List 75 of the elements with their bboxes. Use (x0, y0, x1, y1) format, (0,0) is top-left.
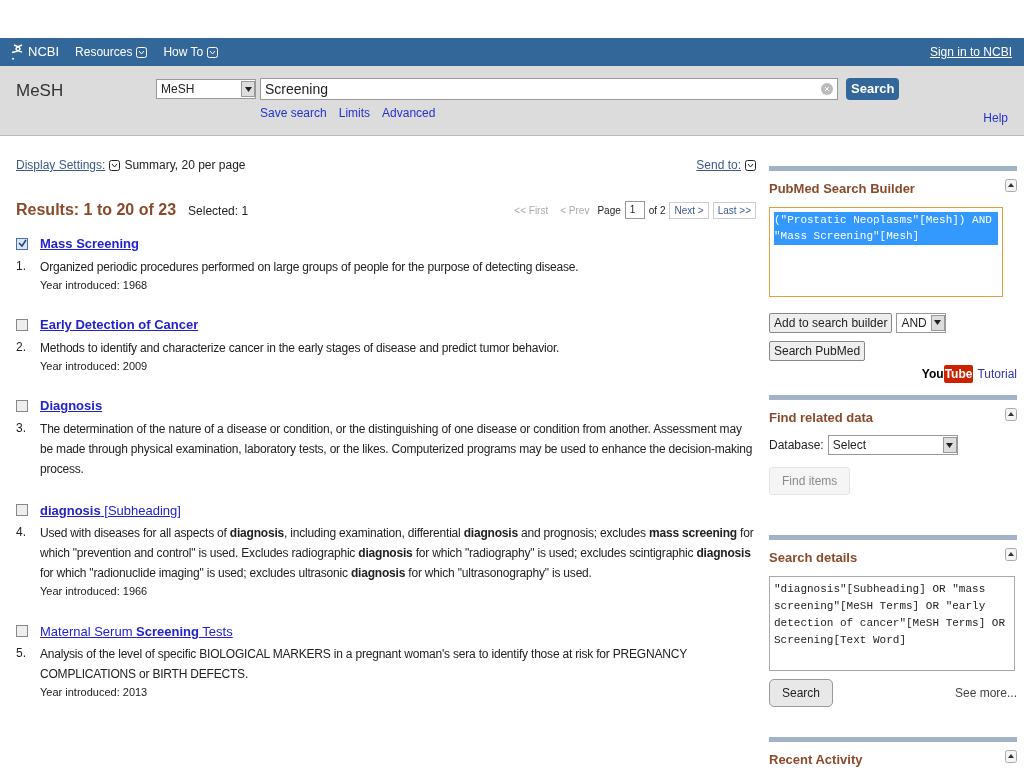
year-introduced: Year introduced: 1966 (40, 584, 149, 599)
search-field[interactable]: Screening (260, 78, 838, 100)
checkbox[interactable] (16, 237, 28, 250)
result-description: Used with diseases for all aspects of diagnosis, including examination, differential diagnosis and prognosis; excludes mass screening for which "prevention and control" is used. Excludes radiographic diagnosis for which "radiography" is used; excludes scintigraphic diagnosis for which "radionuclide imaging" is used; excludes ultrasonic diagnosis for which "ultrasonography" is used. (40, 525, 755, 582)
menu-item[interactable]: How To (163, 43, 219, 61)
check-icon (17, 239, 27, 249)
display-settings-link[interactable]: Display Settings: (16, 156, 106, 174)
dropdown-button[interactable] (930, 314, 945, 331)
dropdown-icon (745, 159, 756, 171)
panel-title: PubMed Search Builder (769, 180, 915, 198)
selected-count: Selected: 1 (188, 203, 249, 220)
menu-item[interactable]: Resources (75, 43, 148, 61)
checkbox[interactable] (16, 504, 28, 517)
collapse-icon[interactable] (1005, 749, 1017, 763)
tutorial-link[interactable]: Tutorial (977, 364, 1017, 383)
collapse-icon[interactable] (1005, 548, 1017, 561)
see-more-link[interactable]: See more... (954, 683, 1017, 702)
display-settings-value: Summary, 20 per page (124, 157, 246, 174)
search-link[interactable]: Advanced (382, 104, 436, 122)
result-description: Analysis of the level of specific BIOLOGICAL MARKERS in a pregnant woman's sera to identify those at risk for PREGNANCY COMPLICATIONS or BIRTH DEFECTS. (40, 646, 688, 683)
panel-title: Find related data (769, 408, 874, 427)
dropdown-icon (136, 46, 148, 58)
dropdown-arrow-icon (946, 442, 954, 448)
checkbox[interactable] (16, 318, 28, 331)
search-details-field[interactable]: "diagnosis"[Subheading] OR "mass screening"[MeSH Terms] OR "early detection of cancer"[MeSH Terms] OR Screening[Text Word] (769, 575, 1015, 671)
dropdown-arrow-icon (934, 320, 942, 325)
result-number: 1. (16, 257, 24, 275)
logo[interactable]: NCBI (12, 42, 60, 62)
database-select[interactable]: MeSH (156, 79, 256, 99)
query-text: ("Prostatic Neoplasms"[Mesh]) AND "Mass Screening"[Mesh] (774, 211, 998, 245)
page-label: Page (597, 203, 621, 218)
dropdown-button[interactable] (241, 81, 255, 97)
dropdown-arrow-icon (244, 86, 252, 92)
dropdown-icon (109, 159, 121, 171)
database-dropdown[interactable]: Select (827, 435, 958, 455)
result-number: 3. (16, 419, 24, 437)
pager-link[interactable]: Next > (669, 201, 709, 219)
result-description: Methods to identify and characterize cancer in the early stages of disease and predict tumor behavior. (40, 339, 560, 357)
result-title-link[interactable]: Mass Screening (40, 234, 139, 254)
checkbox[interactable] (16, 399, 28, 412)
dropdown-button[interactable] (942, 437, 957, 453)
result-number: 4. (16, 524, 24, 541)
result-title-link[interactable]: Maternal Serum Screening Tests (40, 621, 233, 641)
panel-title: Search details (769, 549, 858, 567)
year-introduced: Year introduced: 2013 (40, 685, 149, 700)
result-title-link[interactable]: diagnosis [Subheading] (40, 500, 181, 520)
database-title: MeSH (16, 80, 65, 102)
operator-select[interactable]: AND (896, 312, 946, 333)
collapse-icon[interactable] (1005, 407, 1017, 421)
result-title-link[interactable]: Early Detection of Cancer (40, 315, 199, 335)
search-link[interactable]: Limits (338, 104, 371, 122)
result-number: 2. (16, 338, 24, 356)
year-introduced: Year introduced: 1968 (40, 277, 149, 293)
year-introduced: Year introduced: 2009 (40, 358, 149, 374)
search-link[interactable]: Save search (260, 104, 327, 122)
search-details-button[interactable]: Search (769, 678, 834, 707)
result-description: The determination of the nature of a disease or condition, or the distinguishing of one disease or condition from another. Assessment may be made through physical examination, laboratory tests, or the likes. Computerized programs may be used to enhance the decision-making process. (40, 420, 754, 478)
dropdown-icon (207, 46, 219, 58)
sign-in-link[interactable]: Sign in to NCBI (929, 43, 1012, 61)
search-button[interactable]: Search (846, 78, 900, 100)
help-link[interactable]: Help (983, 109, 1008, 127)
result-number: 5. (16, 645, 24, 662)
panel-title: Recent Activity (769, 750, 863, 768)
collapse-icon[interactable] (1005, 179, 1017, 192)
page-field[interactable]: 1 (624, 201, 645, 219)
results-count: Results: 1 to 20 of 23 (16, 200, 177, 220)
pager-link[interactable]: Last >> (712, 201, 756, 219)
search-pubmed-button[interactable]: Search PubMed (769, 340, 866, 361)
result-description: Organized periodic procedures performed on large groups of people for the purpose of detecting disease. (40, 258, 579, 276)
database-label: Database: (769, 437, 824, 454)
add-to-builder-button[interactable]: Add to search builder (769, 312, 893, 333)
checkbox[interactable] (16, 625, 28, 638)
result-title-link[interactable]: Diagnosis (40, 396, 103, 416)
send-to-link[interactable]: Send to: (696, 156, 741, 174)
page-total: of 2 (648, 203, 666, 218)
